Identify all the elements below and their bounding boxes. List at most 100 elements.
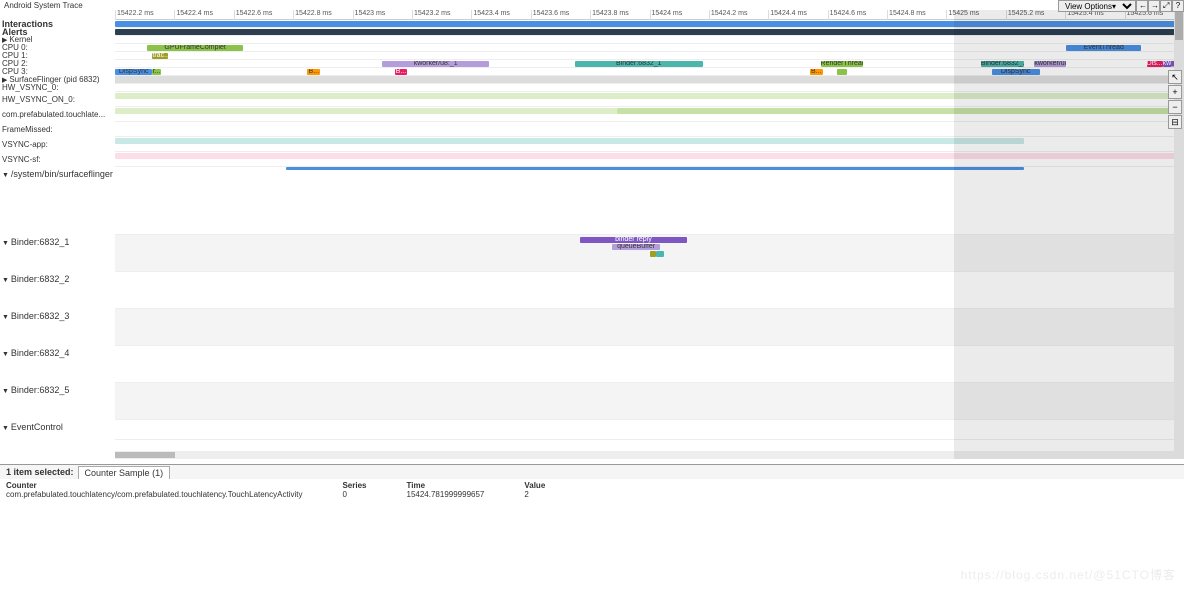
lane-cpu2[interactable]: kworker/u8:_1 Binder:6832_1 RenderThread Bi… xyxy=(115,60,1184,68)
lane-system-sf[interactable] xyxy=(115,167,1184,235)
ruler-tick: 15424.8 ms xyxy=(887,10,926,20)
trace-block[interactable]: DispSync xyxy=(115,69,152,75)
trace-block[interactable]: queueBuffer xyxy=(612,244,660,250)
lane-binder5[interactable] xyxy=(115,383,1184,420)
nav-back-button[interactable]: ← xyxy=(1136,0,1148,12)
zoom-controls: ↖ + − ⊟ xyxy=(1168,70,1182,130)
row-hw-vsync-on0[interactable]: HW_VSYNC_ON_0: xyxy=(0,92,115,107)
nav-expand-button[interactable]: ⤢ xyxy=(1160,0,1172,12)
row-interactions[interactable]: Interactions xyxy=(0,20,115,28)
row-framemissed[interactable]: FrameMissed: xyxy=(0,122,115,137)
row-cpu2[interactable]: CPU 2: xyxy=(0,60,115,68)
ruler-tick: 15424.6 ms xyxy=(828,10,867,20)
ruler-tick: 15423 ms xyxy=(353,10,386,20)
main-area: Interactions Alerts Kernel CPU 0: CPU 1:… xyxy=(0,10,1184,459)
lane-sf-proc[interactable] xyxy=(115,76,1184,84)
row-vsync-app[interactable]: VSYNC-app: xyxy=(0,137,115,152)
zoom-out-button[interactable]: − xyxy=(1168,100,1182,114)
row-binder3[interactable]: Binder:6832_3 xyxy=(0,309,115,346)
lane-cpu0[interactable]: GPUFrameComplet EventThread xyxy=(115,44,1184,52)
trace-block[interactable]: EventThread xyxy=(1066,45,1141,51)
trace-block[interactable] xyxy=(115,138,1024,144)
lane-alerts[interactable] xyxy=(115,28,1184,36)
row-touchlatency[interactable]: com.prefabulated.touchlate... xyxy=(0,107,115,122)
row-binder4[interactable]: Binder:6832_4 xyxy=(0,346,115,383)
app-title: Android System Trace xyxy=(0,0,1184,10)
row-alerts[interactable]: Alerts xyxy=(0,28,115,36)
row-system-sf[interactable]: /system/bin/surfaceflinger xyxy=(0,167,115,235)
trace-block[interactable] xyxy=(617,108,1184,114)
trace-block[interactable]: r... xyxy=(152,69,161,75)
trace-block[interactable]: DispSync xyxy=(992,69,1040,75)
trace-block[interactable]: Binder:6832_1 xyxy=(575,61,703,67)
trace-block[interactable] xyxy=(650,251,656,257)
row-hw-vsync0[interactable]: HW_VSYNC_0: xyxy=(0,84,115,92)
trace-block[interactable] xyxy=(115,153,1184,159)
trace-block[interactable] xyxy=(115,108,617,114)
ruler-tick: 15423.6 ms xyxy=(531,10,570,20)
zoom-reset-button[interactable]: ⊟ xyxy=(1168,115,1182,129)
lane-touchlatency[interactable] xyxy=(115,107,1184,122)
row-binder2[interactable]: Binder:6832_2 xyxy=(0,272,115,309)
trace-block[interactable]: kworker/u8:_1 xyxy=(382,61,489,67)
lane-vsync-app[interactable] xyxy=(115,137,1184,152)
nav-fwd-button[interactable]: → xyxy=(1148,0,1160,12)
top-toolbar: View Options▾ ← → ⤢ ? xyxy=(1058,0,1184,12)
lane-hw-vsync-on0[interactable] xyxy=(115,92,1184,107)
col-time: Time xyxy=(407,481,525,490)
cell-time: 15424.781999999657 xyxy=(407,490,525,499)
selection-count-label: 1 item selected: xyxy=(6,467,74,477)
lane-kernel[interactable] xyxy=(115,36,1184,44)
lane-binder3[interactable] xyxy=(115,309,1184,346)
row-cpu1[interactable]: CPU 1: xyxy=(0,52,115,60)
row-sf-proc[interactable]: SurfaceFlinger (pid 6832) xyxy=(0,76,115,84)
row-vsync-sf[interactable]: VSYNC-sf: xyxy=(0,152,115,167)
time-ruler[interactable]: 15422.2 ms15422.4 ms15422.6 ms15422.8 ms… xyxy=(115,10,1184,20)
trace-block[interactable] xyxy=(837,69,848,75)
lane-event-control[interactable] xyxy=(115,420,1184,440)
row-cpu3[interactable]: CPU 3: xyxy=(0,68,115,76)
trace-block[interactable]: Binder:6832_1 xyxy=(981,61,1024,67)
trace-block[interactable]: Dis... xyxy=(1147,61,1163,67)
tab-counter-sample[interactable]: Counter Sample (1) xyxy=(78,466,171,479)
ruler-tick: 15425.2 ms xyxy=(1006,10,1045,20)
details-table: Counter Series Time Value com.prefabulat… xyxy=(6,481,585,499)
row-cpu0[interactable]: CPU 0: xyxy=(0,44,115,52)
trace-block[interactable]: B... xyxy=(810,69,823,75)
lane-vsync-sf[interactable] xyxy=(115,152,1184,167)
timeline[interactable]: 15422.2 ms15422.4 ms15422.6 ms15422.8 ms… xyxy=(115,10,1184,459)
pointer-tool-button[interactable]: ↖ xyxy=(1168,70,1182,84)
lane-binder4[interactable] xyxy=(115,346,1184,383)
row-kernel[interactable]: Kernel xyxy=(0,36,115,44)
horizontal-scrollbar[interactable] xyxy=(115,451,1174,459)
col-series: Series xyxy=(342,481,406,490)
trace-block[interactable] xyxy=(115,93,1184,99)
help-button[interactable]: ? xyxy=(1172,0,1184,12)
lane-binder2[interactable] xyxy=(115,272,1184,309)
ruler-tick: 15423.2 ms xyxy=(412,10,451,20)
trace-block[interactable]: B... xyxy=(307,69,320,75)
lane-binder1[interactable]: binder replyqueueBuffer xyxy=(115,235,1184,272)
lane-cpu1[interactable]: trac... xyxy=(115,52,1184,60)
trace-block[interactable]: RenderThread xyxy=(821,61,864,67)
lane-framemissed[interactable] xyxy=(115,122,1184,137)
row-binder1[interactable]: Binder:6832_1 xyxy=(0,235,115,272)
trace-block[interactable]: trac... xyxy=(152,53,168,59)
trace-block[interactable]: kworker/u8:_1 xyxy=(1034,61,1066,67)
row-event-control[interactable]: EventControl xyxy=(0,420,115,440)
trace-block[interactable] xyxy=(656,251,665,257)
table-row[interactable]: com.prefabulated.touchlatency/com.prefab… xyxy=(6,490,585,499)
lane-interactions[interactable] xyxy=(115,20,1184,28)
zoom-in-button[interactable]: + xyxy=(1168,85,1182,99)
lane-cpu3[interactable]: DispSyncr...B...B...B...DispSync xyxy=(115,68,1184,76)
trace-block[interactable] xyxy=(286,167,1024,170)
trace-block[interactable]: binder reply xyxy=(580,237,687,243)
lane-hw-vsync0[interactable] xyxy=(115,84,1184,92)
trace-block[interactable]: B... xyxy=(395,69,407,75)
ruler-tick: 15423.4 ms xyxy=(471,10,510,20)
row-binder5[interactable]: Binder:6832_5 xyxy=(0,383,115,420)
view-options-select[interactable]: View Options▾ xyxy=(1058,0,1136,12)
sidebar: Interactions Alerts Kernel CPU 0: CPU 1:… xyxy=(0,10,115,459)
trace-block[interactable]: GPUFrameComplet xyxy=(147,45,243,51)
watermark: https://blog.csdn.net/@51CTO博客 xyxy=(961,566,1176,583)
